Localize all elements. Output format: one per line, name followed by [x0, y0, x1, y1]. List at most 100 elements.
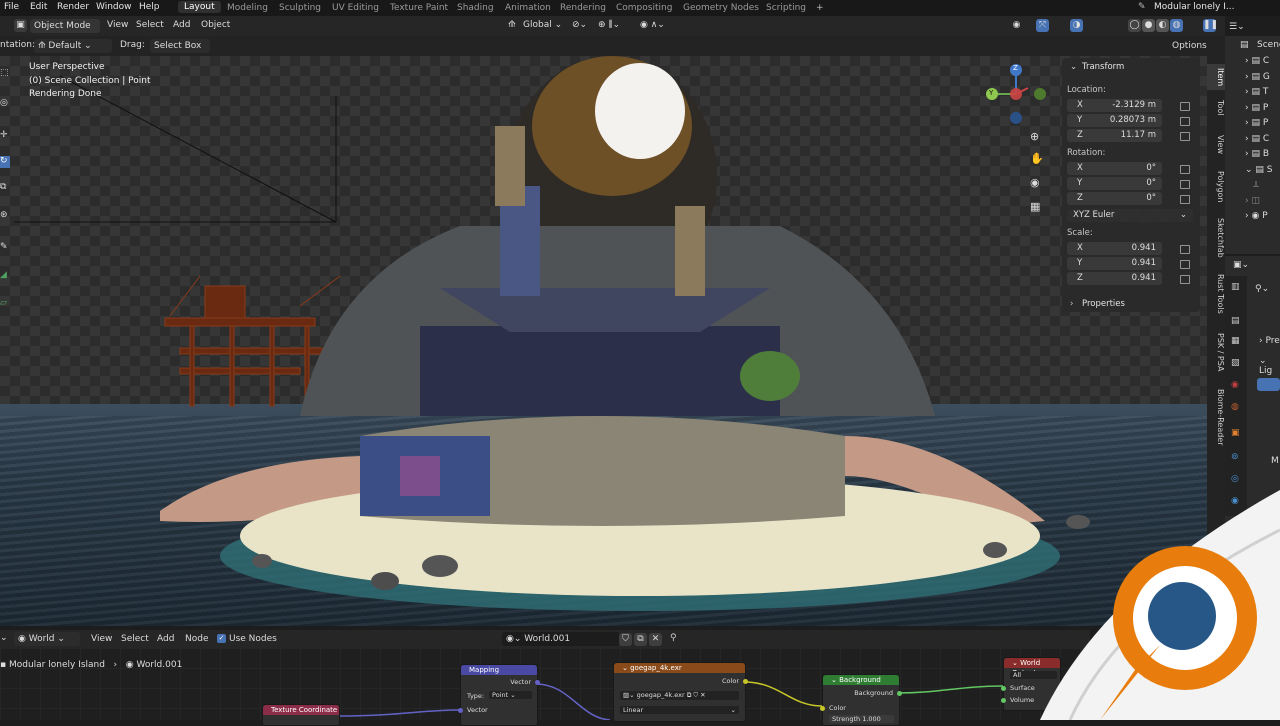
use-nodes-checkbox[interactable]: ✓ [217, 634, 226, 643]
outliner-row[interactable]: › ◫ [1245, 196, 1280, 212]
editor-type-icon[interactable]: ▣ [14, 19, 27, 32]
collapse-icon[interactable]: ⌄ [1012, 659, 1018, 667]
shading-solid-icon[interactable]: ● [1142, 19, 1155, 32]
tab-sketchfab[interactable]: Sketchfab [1207, 216, 1225, 260]
tab-psk-psa[interactable]: PSK / PSA [1207, 330, 1225, 374]
transform-panel-title[interactable]: Transform [1082, 62, 1124, 72]
lock-icon[interactable] [1180, 165, 1190, 174]
menu-object[interactable]: Object [201, 20, 230, 30]
transform-tool-icon[interactable]: ⊛ [0, 210, 8, 220]
properties-panel-title[interactable]: Properties [1082, 299, 1125, 309]
outliner-row[interactable]: › ▤ C [1245, 56, 1280, 72]
mapping-node[interactable]: Mapping Vector Type: Point ⌄ Vector [458, 664, 540, 726]
node-editor-canvas[interactable]: ▪ Modular lonely Island › ◉ World.001 Te… [0, 648, 1090, 726]
ortho-grid-icon[interactable]: ▦ [1030, 200, 1040, 213]
lock-icon[interactable] [1180, 260, 1190, 269]
input-socket[interactable] [1001, 686, 1006, 691]
properties-collapse-icon[interactable]: › [1070, 299, 1073, 309]
tab-biome-reader[interactable]: Biome-Reader [1207, 386, 1225, 448]
tab-layout[interactable]: Layout [178, 1, 221, 13]
tab-modeling[interactable]: Modeling [227, 3, 268, 13]
select-tool-icon[interactable]: ⬚ [0, 68, 9, 78]
world-datablock-icon[interactable]: ⚲⌄ [1255, 284, 1269, 294]
input-socket[interactable] [1001, 698, 1006, 703]
tab-shading[interactable]: Shading [457, 3, 494, 13]
tab-item[interactable]: Item [1207, 64, 1225, 90]
properties-editor-icon[interactable]: ▣⌄ [1233, 260, 1249, 270]
outliner-row[interactable]: › ▤ T [1245, 87, 1280, 103]
navigation-gizmo[interactable]: Z Y [982, 62, 1052, 132]
scene-properties-icon[interactable]: ◉ [1231, 380, 1239, 390]
scale-tool-icon[interactable]: ⧉ [0, 182, 6, 192]
render-properties-icon[interactable]: ▤ [1231, 316, 1240, 326]
scale-x-field[interactable]: X 0.941 [1067, 242, 1162, 255]
3d-viewport[interactable]: User Perspective (0) Scene Collection | … [0, 56, 1207, 626]
location-x-field[interactable]: X -2.3129 m [1067, 99, 1162, 112]
tab-uv-editing[interactable]: UV Editing [332, 3, 379, 13]
rotation-y-field[interactable]: Y 0° [1067, 177, 1162, 190]
lock-icon[interactable] [1180, 195, 1190, 204]
tab-rust-tools[interactable]: Rust Tools [1207, 270, 1225, 318]
scale-y-field[interactable]: Y 0.941 [1067, 257, 1162, 270]
collapse-icon[interactable]: ⌄ [622, 664, 628, 672]
node-menu-view[interactable]: View [91, 634, 112, 644]
tab-rendering[interactable]: Rendering [560, 3, 606, 13]
pause-icon[interactable]: ❚❚ [1203, 19, 1218, 32]
proportional-edit-icon[interactable]: ◉ ∧⌄ [640, 20, 665, 30]
outliner-row[interactable]: ⟂ [1245, 180, 1280, 196]
menu-window[interactable]: Window [96, 2, 132, 12]
interpolation-select[interactable]: Linear ⌄ [620, 706, 739, 714]
transform-collapse-icon[interactable]: ⌄ [1070, 62, 1077, 72]
lock-icon[interactable] [1180, 180, 1190, 189]
transform-orientation-select[interactable]: Global ⌄ [523, 20, 562, 30]
unlink-icon[interactable]: ✕ [649, 633, 662, 646]
tab-polygon[interactable]: Polygon [1207, 168, 1225, 206]
strength-field[interactable]: Strength 1.000 [829, 715, 894, 723]
zoom-icon[interactable]: ⊕ [1030, 130, 1039, 143]
outliner-row[interactable]: › ▤ P [1245, 103, 1280, 119]
node-menu-select[interactable]: Select [121, 634, 149, 644]
lock-icon[interactable] [1180, 275, 1190, 284]
outliner-row[interactable]: › ◉ P [1245, 211, 1280, 227]
input-socket[interactable] [820, 706, 825, 711]
editor-type-icon[interactable]: ⌄ [0, 633, 8, 643]
lock-icon[interactable] [1180, 245, 1190, 254]
outliner-row[interactable]: ⌄ ▤ S [1245, 165, 1280, 181]
location-y-field[interactable]: Y 0.28073 m [1067, 114, 1162, 127]
rotate-tool-icon[interactable]: ↻ [0, 156, 10, 168]
tab-geometry-nodes[interactable]: Geometry Nodes [683, 3, 759, 13]
add-workspace-icon[interactable]: + [816, 3, 824, 13]
tab-view[interactable]: View [1207, 132, 1225, 156]
output-socket[interactable] [897, 691, 902, 696]
object-properties-icon[interactable]: ▣ [1231, 428, 1240, 438]
tab-sculpting[interactable]: Sculpting [279, 3, 321, 13]
rotation-mode-select[interactable]: XYZ Euler ⌄ [1067, 209, 1193, 222]
lock-icon[interactable] [1180, 117, 1190, 126]
shading-wire-icon[interactable]: ◯ [1128, 19, 1141, 32]
view-layer-icon[interactable]: ▧ [1231, 358, 1240, 368]
duplicate-icon[interactable]: ⧉ [634, 633, 647, 646]
pin-icon[interactable]: ⚲ [670, 633, 677, 643]
background-node[interactable]: ⌄ Background Background Color Strength 1… [820, 674, 902, 726]
gizmo-icon[interactable]: ⤧ [1036, 19, 1049, 32]
environment-texture-node[interactable]: ⌄ goegap_4k.exr Color ▨⌄ goegap_4k.exr ⧉… [613, 662, 748, 722]
collapse-icon[interactable]: ⌄ [831, 676, 837, 684]
menu-edit[interactable]: Edit [30, 2, 47, 12]
fake-user-icon[interactable]: ⛉ [619, 633, 632, 646]
annotate-tool-icon[interactable]: ✎ [0, 242, 8, 252]
menu-render[interactable]: Render [57, 2, 89, 12]
output-socket[interactable] [743, 679, 748, 684]
surface-button[interactable] [1257, 378, 1280, 391]
outliner-row[interactable]: › ▤ B [1245, 149, 1280, 165]
output-socket[interactable] [535, 680, 540, 685]
texture-coordinate-node[interactable]: Texture Coordinate [262, 704, 340, 726]
outliner-row[interactable]: › ▤ P [1245, 118, 1280, 134]
scale-z-field[interactable]: Z 0.941 [1067, 272, 1162, 285]
menu-help[interactable]: Help [139, 2, 160, 12]
scene-icon[interactable]: ✎ [1138, 2, 1146, 12]
rotation-x-field[interactable]: X 0° [1067, 162, 1162, 175]
world-datablock-field[interactable]: ◉⌄ World.001 [502, 632, 620, 646]
pan-hand-icon[interactable]: ✋ [1030, 152, 1044, 165]
location-z-field[interactable]: Z 11.17 m [1067, 129, 1162, 142]
measure-tool-icon[interactable]: ◢ [0, 270, 7, 280]
